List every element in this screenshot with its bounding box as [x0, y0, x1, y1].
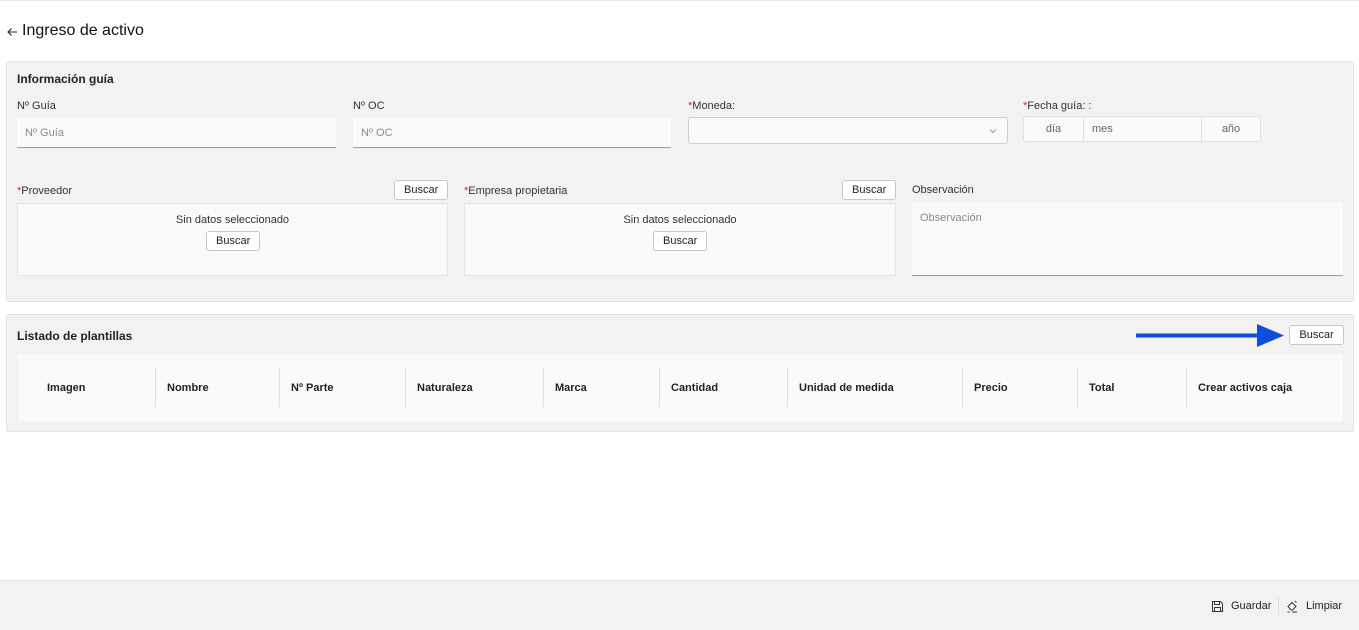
annotation-arrow-icon — [1136, 324, 1284, 347]
info-panel: Información guía Nº Guía Nº OC *Moneda: … — [6, 61, 1354, 302]
arrow-left-icon[interactable] — [6, 25, 18, 37]
save-button[interactable]: Guardar — [1211, 596, 1271, 616]
template-list-title: Listado de plantillas — [17, 329, 133, 343]
column-header[interactable]: Crear activos caja — [1186, 354, 1343, 421]
oc-input[interactable] — [353, 118, 671, 148]
fecha-date-input[interactable]: día mes año — [1023, 116, 1261, 142]
column-header[interactable]: Precio — [962, 354, 1077, 421]
empresa-label: *Empresa propietaria — [464, 185, 567, 197]
info-panel-title: Información guía — [17, 72, 114, 86]
template-table-header: Imagen Nombre Nº Parte Naturaleza Marca … — [18, 354, 1343, 421]
page-header: Ingreso de activo — [6, 20, 144, 42]
moneda-label: *Moneda: — [688, 100, 735, 112]
column-header[interactable]: Nombre — [155, 354, 279, 421]
proveedor-search-button[interactable]: Buscar — [394, 180, 449, 200]
empresa-label-text: Empresa propietaria — [468, 185, 568, 197]
column-header[interactable]: Nº Parte — [279, 354, 405, 421]
column-header[interactable]: Total — [1077, 354, 1186, 421]
eraser-icon — [1287, 600, 1297, 612]
empresa-empty-text: Sin datos seleccionado — [623, 214, 737, 226]
guia-input[interactable] — [17, 118, 336, 148]
empresa-selection-box: Sin datos seleccionado Buscar — [464, 203, 896, 276]
save-icon — [1212, 600, 1223, 612]
column-header[interactable]: Cantidad — [659, 354, 787, 421]
column-header[interactable]: Marca — [543, 354, 659, 421]
column-header[interactable]: Imagen — [18, 354, 155, 421]
date-day-segment[interactable]: día — [1024, 117, 1084, 141]
fecha-label-text: Fecha guía: : — [1027, 100, 1092, 112]
empresa-inner-search-button[interactable]: Buscar — [653, 231, 708, 251]
proveedor-label: *Proveedor — [17, 185, 72, 197]
clear-button[interactable]: Limpiar — [1286, 596, 1342, 616]
empresa-search-button[interactable]: Buscar — [842, 180, 897, 200]
top-divider — [0, 0, 1359, 1]
moneda-label-text: Moneda: — [692, 100, 736, 112]
oc-label: Nº OC — [353, 100, 385, 112]
guia-label: Nº Guía — [17, 100, 56, 112]
proveedor-inner-search-button[interactable]: Buscar — [206, 231, 261, 251]
page-title: Ingreso de activo — [22, 22, 144, 39]
observacion-label: Observación — [912, 184, 974, 196]
save-label: Guardar — [1231, 600, 1272, 612]
moneda-select[interactable] — [688, 117, 1008, 144]
proveedor-label-text: Proveedor — [21, 185, 73, 197]
footer-separator — [1278, 597, 1279, 615]
date-year-segment[interactable]: año — [1202, 117, 1260, 141]
footer-bar: Guardar Limpiar — [0, 580, 1359, 630]
clear-label: Limpiar — [1306, 600, 1343, 612]
fecha-label: *Fecha guía: : — [1023, 100, 1092, 112]
column-header[interactable]: Unidad de medida — [787, 354, 962, 421]
proveedor-selection-box: Sin datos seleccionado Buscar — [17, 203, 448, 276]
observacion-textarea[interactable] — [912, 202, 1343, 276]
column-header[interactable]: Naturaleza — [405, 354, 543, 421]
chevron-down-icon — [989, 129, 997, 134]
date-month-segment[interactable]: mes — [1084, 117, 1202, 141]
template-search-button[interactable]: Buscar — [1289, 325, 1344, 345]
proveedor-empty-text: Sin datos seleccionado — [175, 214, 290, 226]
